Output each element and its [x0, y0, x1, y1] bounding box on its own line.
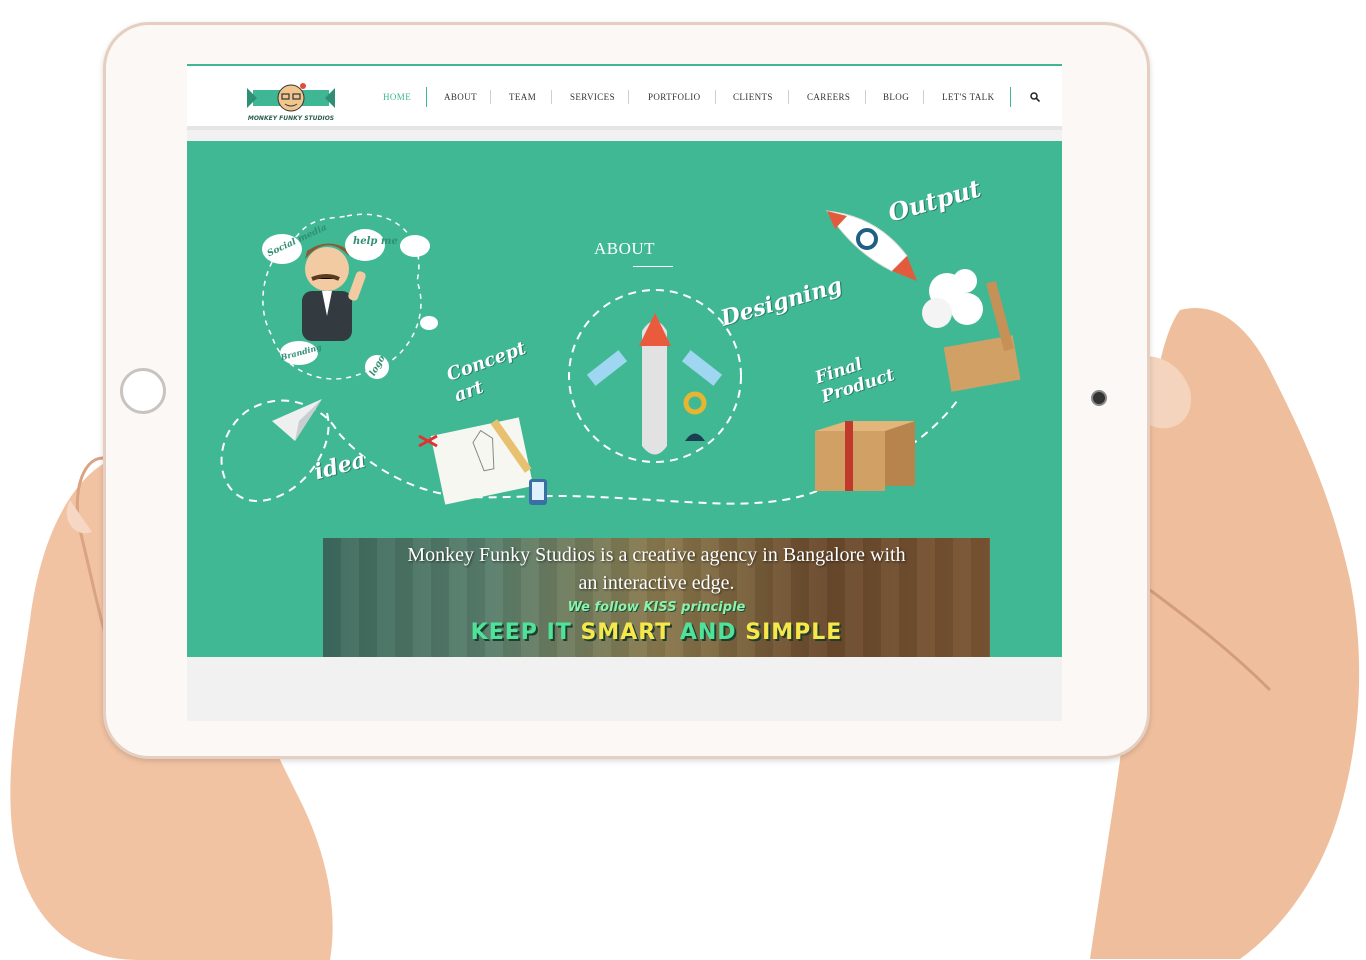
kiss-word: SIMPLE: [745, 620, 843, 645]
nav-divider: [715, 90, 716, 104]
about-banner: Monkey Funky Studios is a creative agenc…: [323, 538, 990, 657]
nav-divider: [1010, 87, 1011, 107]
nav-divider: [788, 90, 789, 104]
nav-about[interactable]: ABOUT: [444, 92, 477, 102]
nav-clients[interactable]: CLIENTS: [733, 92, 773, 102]
kiss-word: KEEP: [470, 620, 538, 645]
banner-line-1: Monkey Funky Studios is a creative agenc…: [407, 544, 906, 566]
kiss-word: SMART: [580, 620, 672, 645]
kiss-word: AND: [679, 620, 737, 645]
search-icon[interactable]: [1030, 92, 1040, 102]
rocket-in-hands-illustration: [586, 313, 723, 455]
kiss-principle-text: We follow KISS principle: [567, 600, 746, 615]
kiss-word: IT: [546, 620, 572, 645]
tablet-screen: MONKEY FUNKY STUDIOS HOME ABOUT TEAM SER…: [187, 64, 1062, 721]
nav-divider: [426, 87, 427, 107]
monkey-funky-logo[interactable]: MONKEY FUNKY STUDIOS: [243, 78, 339, 124]
nav-divider: [865, 90, 866, 104]
nav-home[interactable]: HOME: [383, 92, 411, 102]
kiss-slogan: KEEP IT SMART AND SIMPLE: [323, 620, 990, 645]
about-heading: ABOUT: [593, 239, 656, 258]
nav-divider: [923, 90, 924, 104]
about-hero-section: ABOUT idea Concept art Designing Final P…: [187, 141, 1062, 657]
about-heading-underline: [633, 266, 673, 267]
nav-lets-talk[interactable]: LET'S TALK: [942, 92, 994, 102]
nav-portfolio[interactable]: PORTFOLIO: [648, 92, 701, 102]
label-help-me: help me: [353, 236, 398, 247]
tablet-camera: [1091, 390, 1107, 406]
product-box-illustration: [815, 421, 915, 491]
nav-team[interactable]: TEAM: [509, 92, 536, 102]
nav-divider: [551, 90, 552, 104]
nav-divider: [490, 90, 491, 104]
nav-blog[interactable]: BLOG: [883, 92, 909, 102]
concept-sketch-illustration: [418, 417, 547, 505]
top-navigation: MONKEY FUNKY STUDIOS HOME ABOUT TEAM SER…: [187, 64, 1062, 130]
banner-line-2: an interactive edge.: [578, 572, 735, 594]
tablet-home-button: [120, 368, 166, 414]
svg-text:MONKEY FUNKY STUDIOS: MONKEY FUNKY STUDIOS: [248, 115, 334, 122]
nav-careers[interactable]: CAREERS: [807, 92, 850, 102]
nav-divider: [628, 90, 629, 104]
nav-services[interactable]: SERVICES: [570, 92, 615, 102]
